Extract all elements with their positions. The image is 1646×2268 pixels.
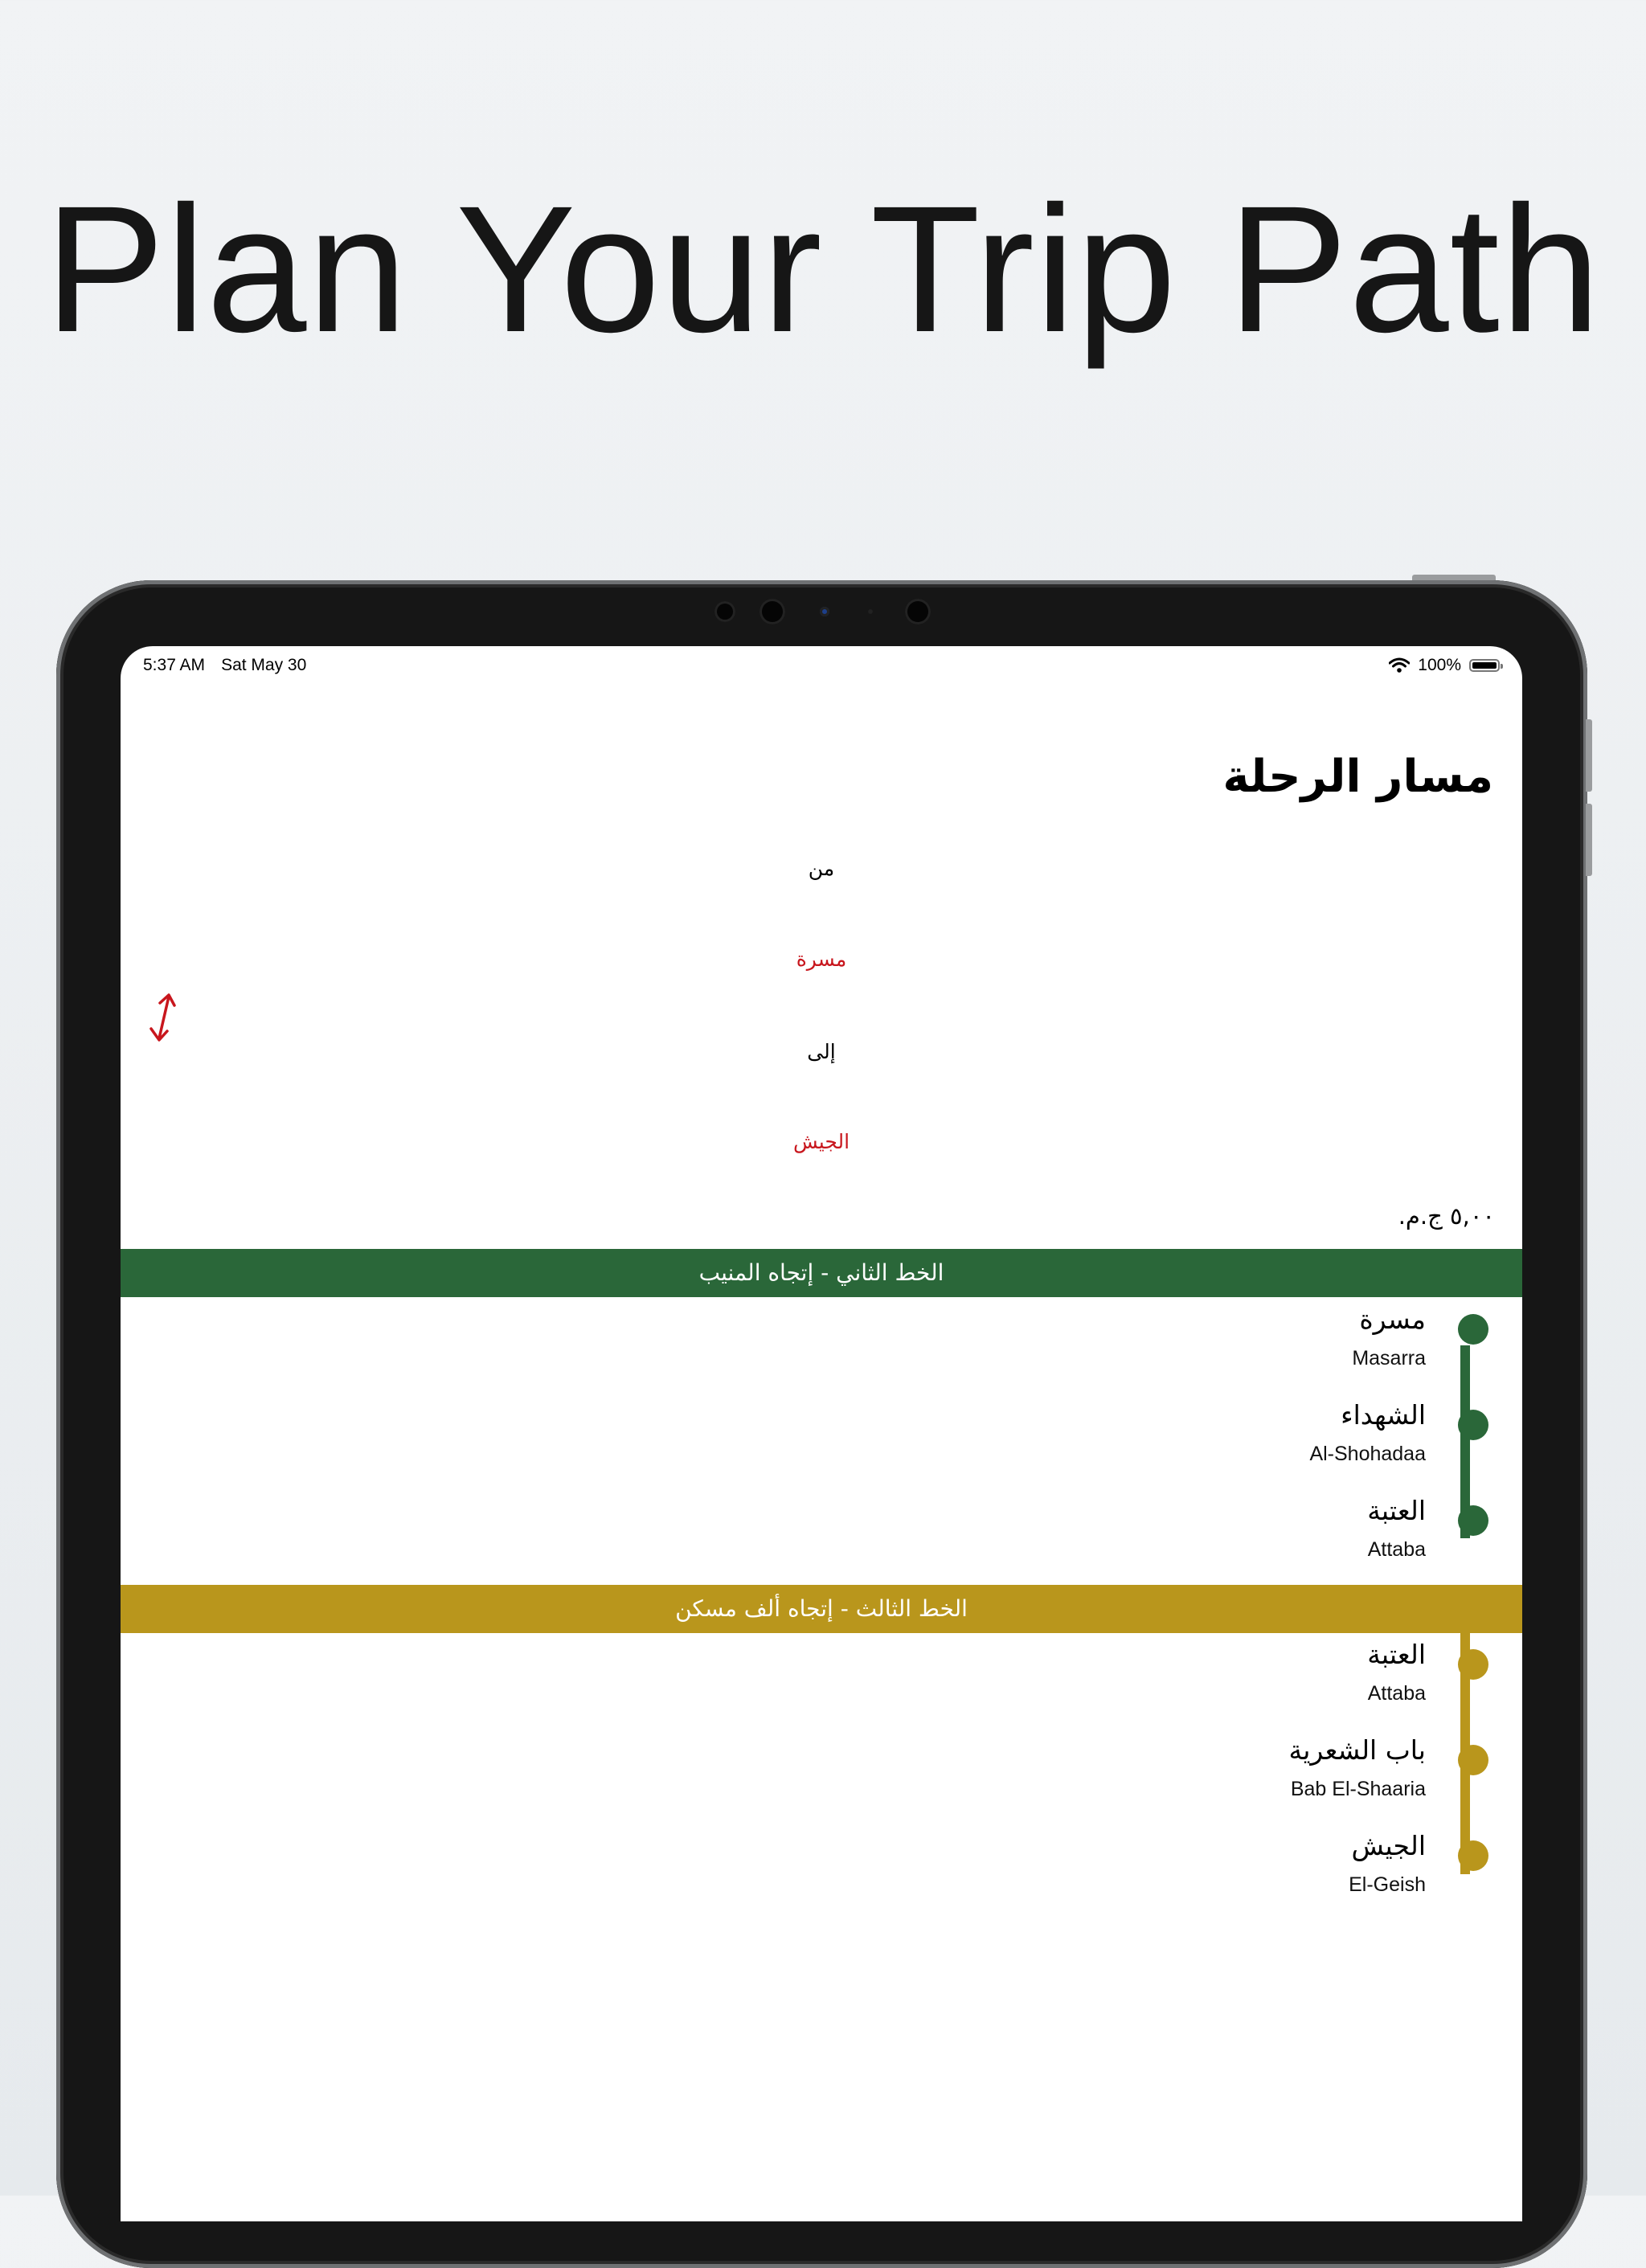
route-stop: مسرة Masarra [121,1296,1522,1384]
sensor-icon [760,599,785,624]
swap-arrows-icon[interactable] [145,992,182,1043]
route-stop: العتبة Attaba [121,1631,1522,1719]
volume-up-button [1586,719,1592,792]
stop-dot [1458,1840,1488,1871]
status-bar-right: 100% [1389,653,1503,678]
stop-name-en: Masarra [1352,1347,1426,1369]
battery-percent: 100% [1418,656,1461,674]
stop-name-ar: الجيش [1351,1830,1426,1861]
status-date: Sat May 30 [221,656,307,674]
battery-icon [1469,659,1503,672]
line2-header: الخط الثاني - إتجاه المنيب [121,1249,1522,1297]
route-stop: الجيش El-Geish [121,1822,1522,1910]
stop-dot [1458,1505,1488,1536]
to-station-picker[interactable]: الجيش [121,1130,1522,1153]
route-stop: العتبة Attaba [121,1487,1522,1575]
stop-name-ar: باب الشعرية [1288,1734,1426,1766]
from-label: من [808,857,835,880]
line3-header: الخط الثالث - إتجاه ألف مسكن [121,1585,1522,1633]
camera-lens-icon [820,607,829,616]
status-time: 5:37 AM [143,656,206,674]
status-bar-left: 5:37 AM Sat May 30 [143,653,306,678]
sensor-icon [868,609,873,614]
stop-name-ar: الشهداء [1341,1399,1426,1431]
stop-name-ar: العتبة [1367,1495,1426,1526]
from-station-picker[interactable]: مسرة [121,948,1522,971]
stop-dot [1458,1649,1488,1680]
fare-price: ٥,٠٠ ج.م. [1398,1202,1495,1230]
page-title: مسار الرحلة [1222,751,1493,803]
stop-name-en: Al-Shohadaa [1309,1443,1426,1465]
stop-name-en: Bab El-Shaaria [1290,1778,1426,1800]
route-stop: باب الشعرية Bab El-Shaaria [121,1726,1522,1815]
stop-dot [1458,1410,1488,1440]
stop-dot [1458,1314,1488,1345]
stop-name-en: Attaba [1367,1682,1426,1705]
stop-name-ar: مسرة [1359,1304,1426,1335]
stop-name-en: El-Geish [1349,1873,1426,1896]
stop-dot [1458,1745,1488,1775]
stop-name-ar: العتبة [1367,1639,1426,1670]
route-stop: الشهداء Al-Shohadaa [121,1391,1522,1480]
app-screen: 5:37 AM Sat May 30 100% مسار الرحلة من مس… [121,646,1522,2221]
sensor-icon [714,601,735,622]
sensor-icon [905,599,931,624]
headline: Plan Your Trip Path [44,169,1602,370]
wifi-icon [1389,657,1411,673]
stop-name-en: Attaba [1367,1538,1426,1561]
to-label: إلى [807,1040,836,1063]
volume-down-button [1586,804,1592,876]
